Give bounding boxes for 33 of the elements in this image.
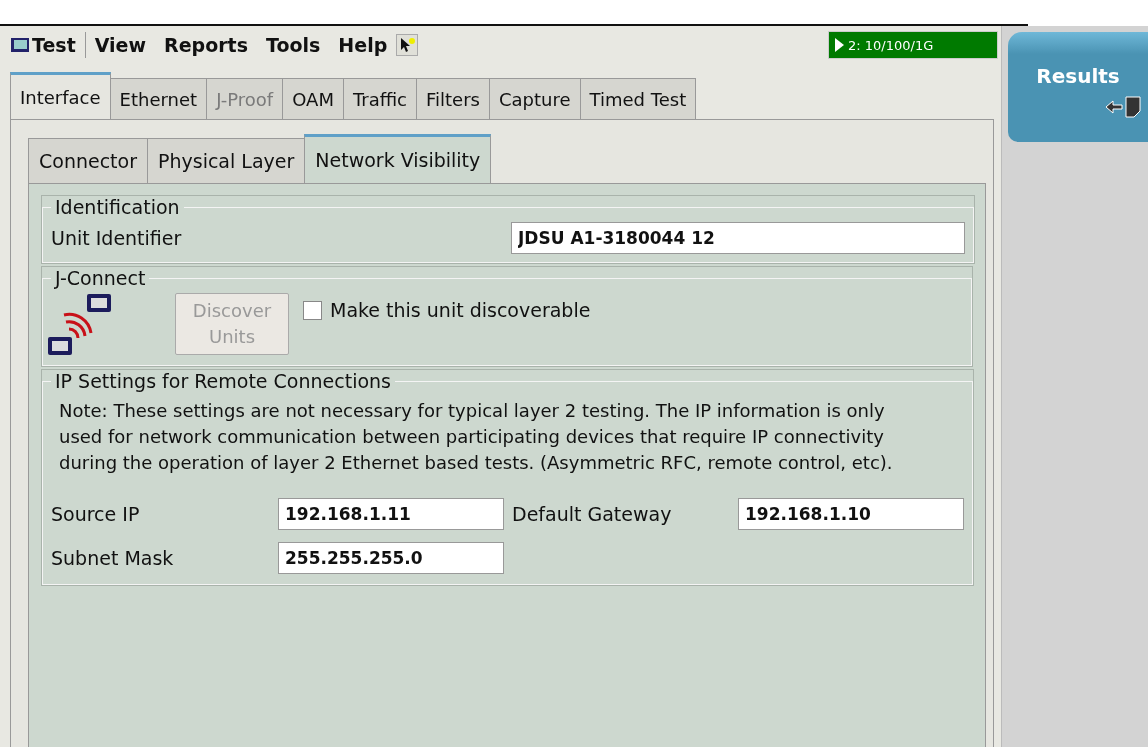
port-status-text: 2: 10/100/1G: [848, 37, 934, 53]
monitor-icon: [10, 37, 30, 53]
ip-field[interactable]: 255.255.255.0: [278, 542, 504, 574]
tab[interactable]: OAM: [282, 78, 344, 119]
tab[interactable]: Filters: [416, 78, 490, 119]
group-title: Identification: [54, 196, 181, 218]
sub-tab[interactable]: Connector: [28, 138, 148, 183]
test-menu[interactable]: Test: [8, 32, 86, 58]
tab[interactable]: Timed Test: [579, 78, 697, 119]
tab[interactable]: Capture: [489, 78, 581, 119]
play-icon: [835, 38, 844, 52]
checkbox[interactable]: [303, 300, 322, 320]
page-arrow-icon: [1104, 96, 1142, 118]
group-title: J-Connect: [53, 267, 147, 289]
tab[interactable]: Interface: [10, 72, 111, 119]
menu-item[interactable]: Tools: [257, 32, 330, 58]
ip-field[interactable]: 192.168.1.10: [738, 498, 964, 530]
sub-tab[interactable]: Physical Layer: [147, 138, 306, 183]
field-label: Subnet Mask: [51, 547, 175, 569]
tab[interactable]: Traffic: [342, 78, 417, 119]
menu-item[interactable]: Help: [329, 32, 397, 58]
field-label: Default Gateway: [512, 503, 673, 525]
help-pointer-icon[interactable]: [396, 34, 419, 56]
sub-tab[interactable]: Network Visibility: [304, 134, 492, 183]
menu-item[interactable]: Reports: [155, 32, 257, 58]
field-label: Unit Identifier: [51, 227, 183, 249]
tab[interactable]: Ethernet: [109, 78, 208, 119]
field-label: Source IP: [51, 503, 141, 525]
note-text: Note: These settings are not necessary for typical layer 2 testing. The IP information is only used for network communication between participating devices that require IP connectivity during the operation of layer 2 Ethernet based tests. (Asymmetric RFC, remote control, etc).: [59, 399, 894, 475]
group-title: IP Settings for Remote Connections: [54, 370, 392, 392]
checkbox-label: Make this unit discoverable: [330, 299, 591, 321]
menu-item[interactable]: View: [85, 32, 156, 58]
ip-field[interactable]: 192.168.1.11: [278, 498, 504, 530]
